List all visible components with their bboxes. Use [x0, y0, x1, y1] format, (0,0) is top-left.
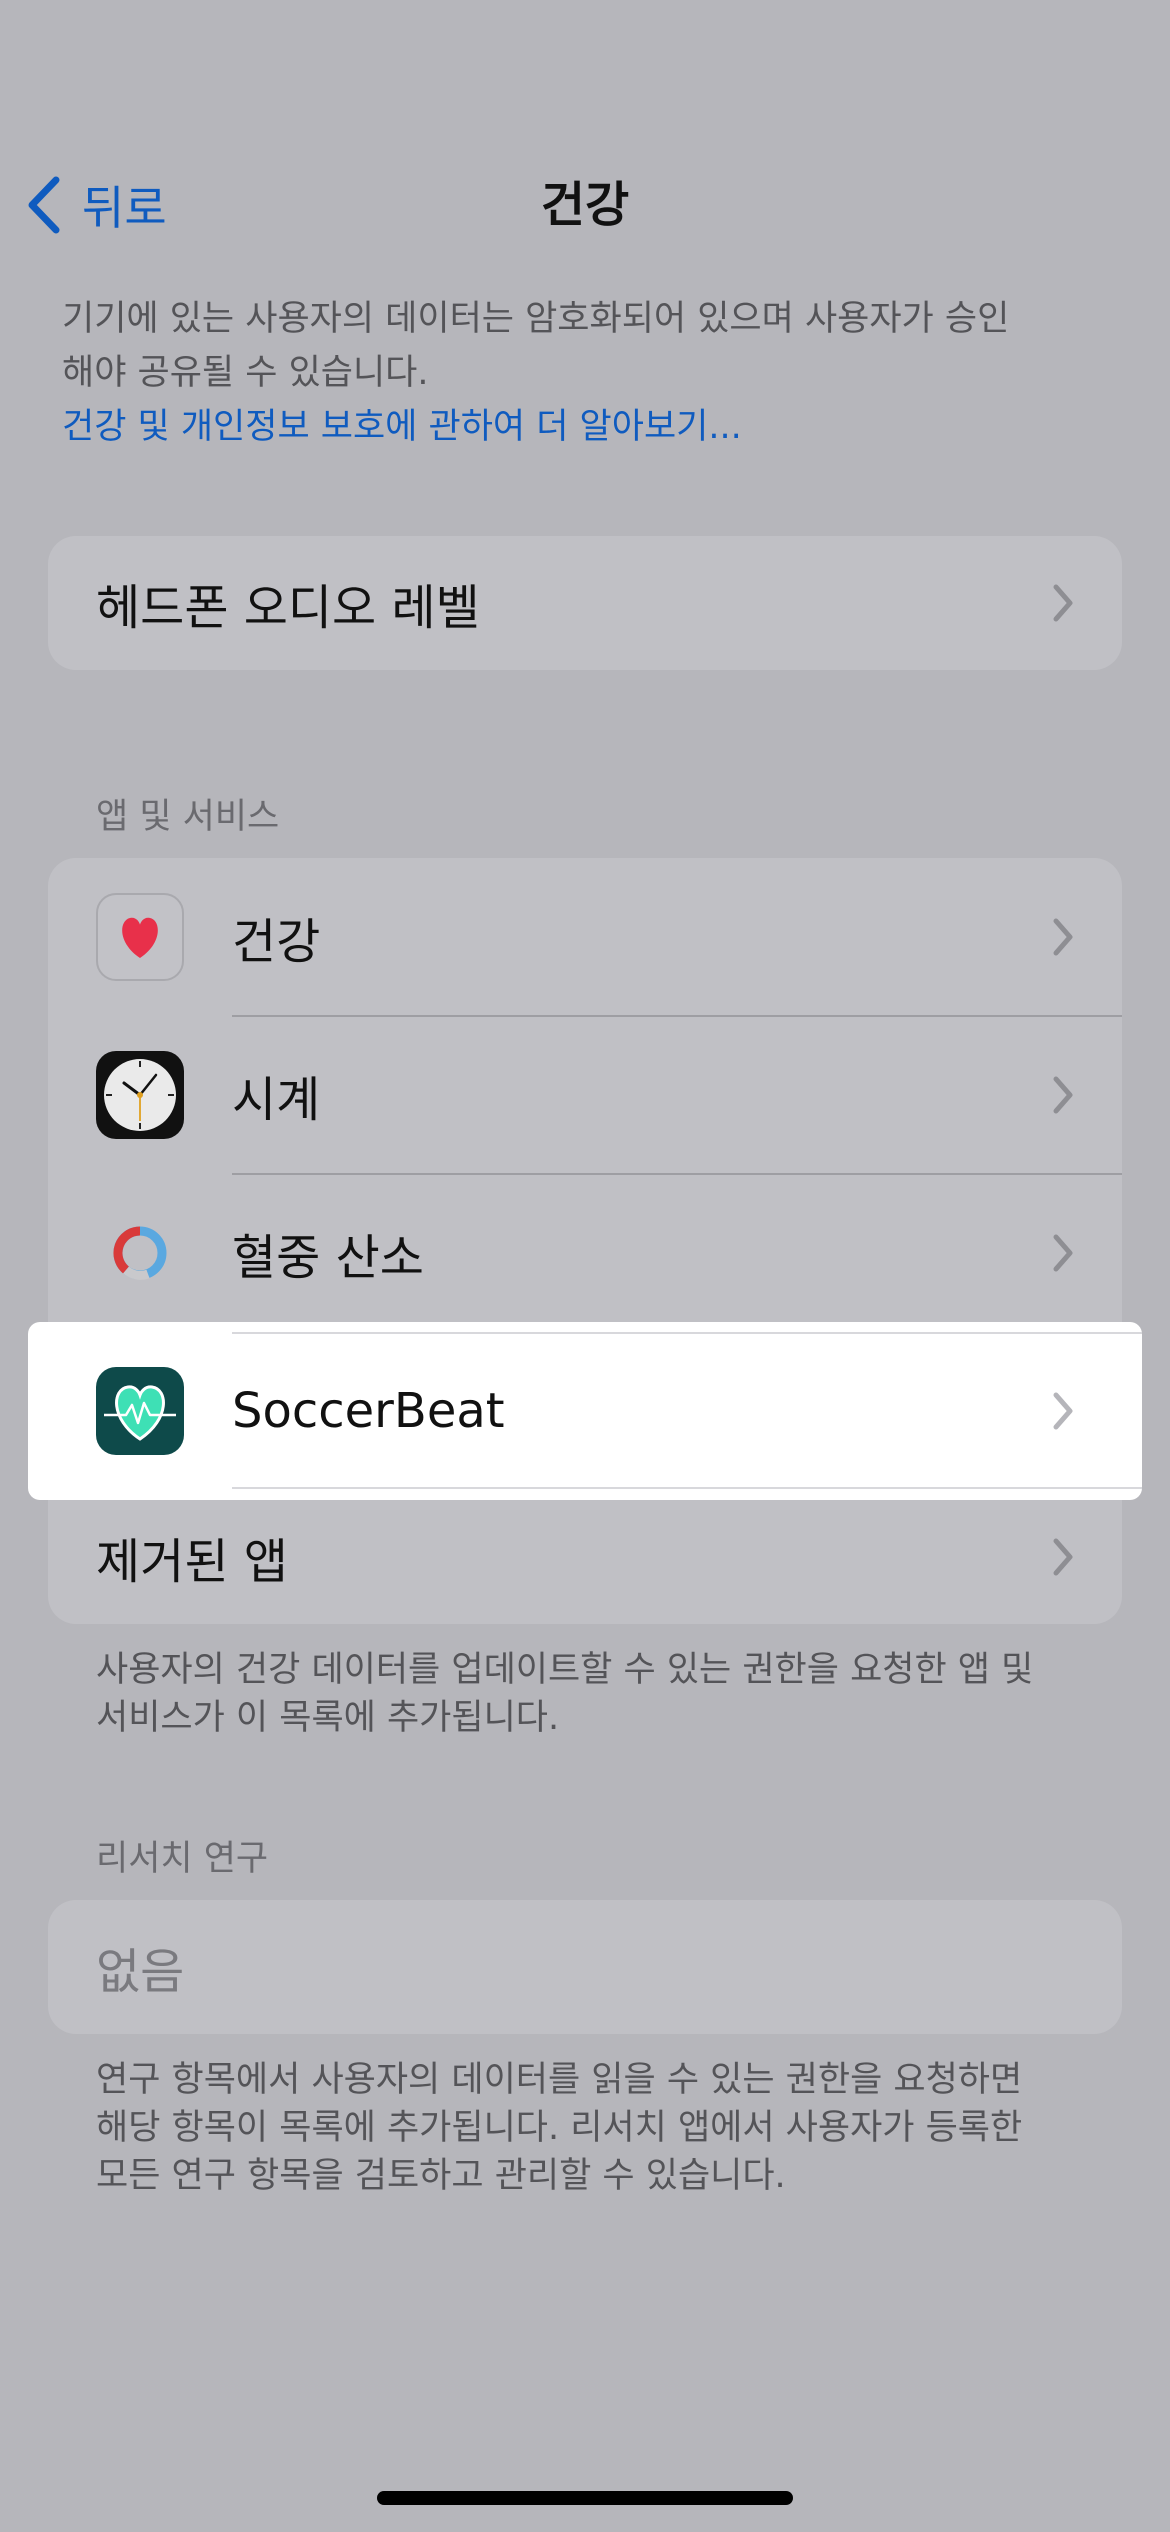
- app-row-clock[interactable]: 시계: [48, 1016, 1122, 1174]
- clock-app-icon: [96, 1051, 184, 1139]
- research-footer-line-2: 해당 항목이 목록에 추가됩니다. 리서치 앱에서 사용자가 등록한: [96, 2108, 1023, 2148]
- home-indicator[interactable]: [377, 2491, 793, 2505]
- app-label-soccerbeat: SoccerBeat: [232, 1383, 505, 1439]
- row-separator: [232, 1487, 1142, 1489]
- research-footer-line-1: 연구 항목에서 사용자의 데이터를 읽을 수 있는 권한을 요청하면: [96, 2060, 1023, 2100]
- chevron-right-icon: [1053, 918, 1073, 956]
- chevron-right-icon: [1053, 1392, 1073, 1430]
- heart-icon: [122, 917, 158, 958]
- chevron-right-icon: [1053, 1076, 1073, 1114]
- learn-more-link[interactable]: 건강 및 개인정보 보호에 관하여 더 알아보기...: [62, 400, 1122, 454]
- blood-oxygen-ring-icon: [113, 1226, 167, 1280]
- headphone-audio-row[interactable]: 헤드폰 오디오 레벨: [48, 536, 1122, 670]
- headphone-audio-card: 헤드폰 오디오 레벨: [48, 536, 1122, 670]
- apps-footer-text: 사용자의 건강 데이터를 업데이트할 수 있는 권한을 요청한 앱 및 서비스가…: [96, 1646, 1033, 1742]
- app-label-clock: 시계: [232, 1072, 321, 1128]
- chevron-right-icon: [1053, 584, 1073, 622]
- chevron-right-icon: [1053, 1538, 1073, 1576]
- clock-face-icon: [104, 1059, 176, 1131]
- removed-apps-label: 제거된 앱: [96, 1534, 288, 1590]
- research-none-row: 없음: [48, 1900, 1122, 2034]
- apps-section-header: 앱 및 서비스: [96, 797, 280, 837]
- removed-apps-row[interactable]: 제거된 앱: [48, 1490, 1122, 1624]
- intro-line-1: 기기에 있는 사용자의 데이터는 암호화되어 있으며 사용자가 승인: [62, 299, 1010, 339]
- app-row-soccerbeat[interactable]: SoccerBeat: [28, 1322, 1142, 1500]
- research-card: 없음: [48, 1900, 1122, 2034]
- intro-line-2: 해야 공유될 수 있습니다.: [62, 353, 429, 393]
- app-label-health: 건강: [232, 914, 321, 970]
- page-title: 건강: [540, 177, 630, 233]
- blood-oxygen-app-icon: [96, 1209, 184, 1297]
- intro-text: 기기에 있는 사용자의 데이터는 암호화되어 있으며 사용자가 승인 해야 공유…: [62, 292, 1122, 454]
- app-row-health[interactable]: 건강: [48, 858, 1122, 1016]
- apps-footer-line-2: 서비스가 이 목록에 추가됩니다.: [96, 1698, 560, 1738]
- apps-footer-line-1: 사용자의 건강 데이터를 업데이트할 수 있는 권한을 요청한 앱 및: [96, 1650, 1034, 1690]
- chevron-right-icon: [1053, 1234, 1073, 1272]
- headphone-audio-label: 헤드폰 오디오 레벨: [96, 580, 480, 636]
- research-section-header: 리서치 연구: [96, 1839, 269, 1879]
- research-footer-line-3: 모든 연구 항목을 검토하고 관리할 수 있습니다.: [96, 2156, 786, 2196]
- health-app-icon: [96, 893, 184, 981]
- research-footer-text: 연구 항목에서 사용자의 데이터를 읽을 수 있는 권한을 요청하면 해당 항목…: [96, 2056, 1022, 2200]
- research-none-label: 없음: [96, 1944, 185, 2000]
- app-row-blood-oxygen[interactable]: 혈중 산소: [48, 1174, 1122, 1332]
- soccerbeat-app-icon: [96, 1367, 184, 1455]
- app-label-blood-oxygen: 혈중 산소: [232, 1230, 424, 1286]
- heart-pulse-icon: [104, 1385, 176, 1441]
- apps-services-card: 건강 시계 혈중 산소 제거된 앱: [48, 858, 1122, 1624]
